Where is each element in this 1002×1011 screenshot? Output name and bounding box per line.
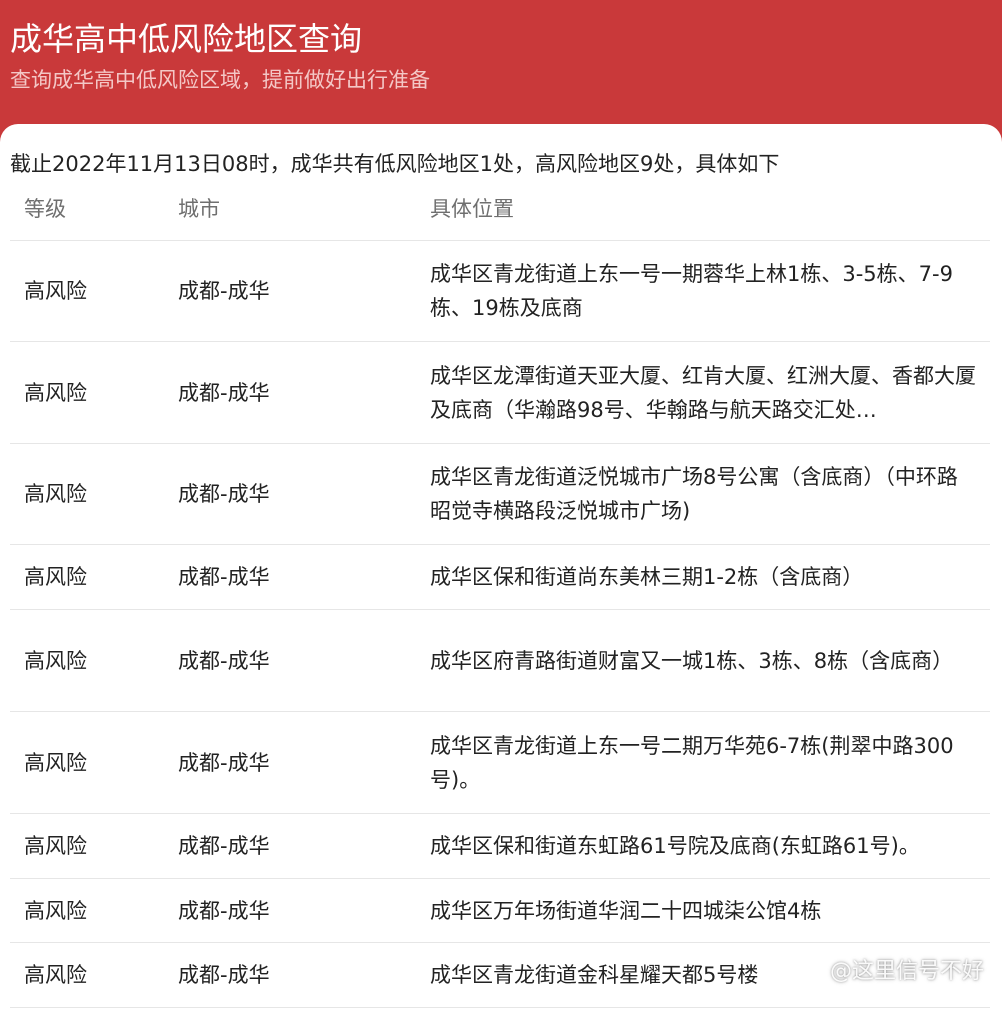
row-level: 高风险 (24, 898, 87, 923)
row-location: 成华区府青路街道财富又一城1栋、3栋、8栋（含底商） (430, 648, 954, 673)
row-location: 成华区龙潭街道天亚大厦、红肯大厦、红洲大厦、香都大厦及底商（华瀚路98号、华翰路… (430, 363, 976, 422)
row-level: 高风险 (24, 963, 87, 987)
row-city: 成都-成华 (178, 565, 270, 589)
column-header-city: 城市 (178, 197, 220, 221)
row-city: 成都-成华 (178, 834, 270, 858)
page-header: 成华高中低风险地区查询 查询成华高中低风险区域，提前做好出行准备 (0, 0, 1002, 140)
table-row: 高风险 成都-成华 成华区府青路街道财富又一城1栋、3栋、8栋（含底商） (10, 610, 990, 712)
row-location: 成华区青龙街道泛悦城市广场8号公寓（含底商）（中环路昭觉寺横路段泛悦城市广场) (430, 465, 958, 523)
page-subtitle: 查询成华高中低风险区域，提前做好出行准备 (10, 68, 430, 92)
table-row: 高风险 成都-成华 成华区万年场街道华润二十四城柒公馆4栋 (10, 879, 990, 943)
row-level: 高风险 (24, 279, 87, 303)
table-row: 高风险 成都-成华 成华区青龙街道上东一号二期万华苑6-7栋(荆翠中路300号)… (10, 712, 990, 814)
row-level: 高风险 (24, 750, 87, 775)
table-row: 高风险 成都-成华 成华区保和街道东虹路61号院及底商(东虹路61号)。 (10, 814, 990, 879)
row-level: 高风险 (24, 565, 87, 589)
row-location: 成华区保和街道东虹路61号院及底商(东虹路61号)。 (430, 834, 920, 858)
row-location: 成华区青龙街道上东一号二期万华苑6-7栋(荆翠中路300号)。 (430, 733, 954, 792)
table-row: 高风险 成都-成华 成华区保和街道尚东美林三期1-2栋（含底商） (10, 545, 990, 610)
column-header-level: 等级 (24, 197, 66, 221)
summary-text: 截止2022年11月13日08时，成华共有低风险地区1处，高风险地区9处，具体如… (10, 152, 780, 176)
row-level: 高风险 (24, 648, 87, 673)
row-location: 成华区万年场街道华润二十四城柒公馆4栋 (430, 898, 822, 923)
watermark: @这里信号不好 (829, 959, 984, 984)
table-row: 高风险 成都-成华 成华区青龙街道泛悦城市广场8号公寓（含底商）（中环路昭觉寺横… (10, 444, 990, 545)
row-city: 成都-成华 (178, 279, 270, 303)
row-city: 成都-成华 (178, 963, 270, 987)
row-city: 成都-成华 (178, 750, 270, 775)
column-header-location: 具体位置 (430, 197, 514, 221)
risk-table: 等级 城市 具体位置 高风险 成都-成华 成华区青龙街道上东一号一期蓉华上林1栋… (10, 186, 990, 1008)
row-level: 高风险 (24, 834, 87, 858)
row-city: 成都-成华 (178, 482, 270, 506)
row-level: 高风险 (24, 482, 87, 506)
table-header: 等级 城市 具体位置 (10, 186, 990, 241)
row-location: 成华区青龙街道上东一号一期蓉华上林1栋、3-5栋、7-9栋、19栋及底商 (430, 262, 953, 320)
row-location: 成华区保和街道尚东美林三期1-2栋（含底商） (430, 565, 864, 589)
row-city: 成都-成华 (178, 898, 270, 923)
table-row: 高风险 成都-成华 成华区龙潭街道天亚大厦、红肯大厦、红洲大厦、香都大厦及底商（… (10, 342, 990, 444)
content-card: 截止2022年11月13日08时，成华共有低风险地区1处，高风险地区9处，具体如… (0, 124, 1002, 1011)
table-row: 高风险 成都-成华 成华区青龙街道上东一号一期蓉华上林1栋、3-5栋、7-9栋、… (10, 241, 990, 342)
row-city: 成都-成华 (178, 648, 270, 673)
row-level: 高风险 (24, 380, 87, 405)
row-city: 成都-成华 (178, 380, 270, 405)
page-title: 成华高中低风险地区查询 (10, 20, 363, 58)
